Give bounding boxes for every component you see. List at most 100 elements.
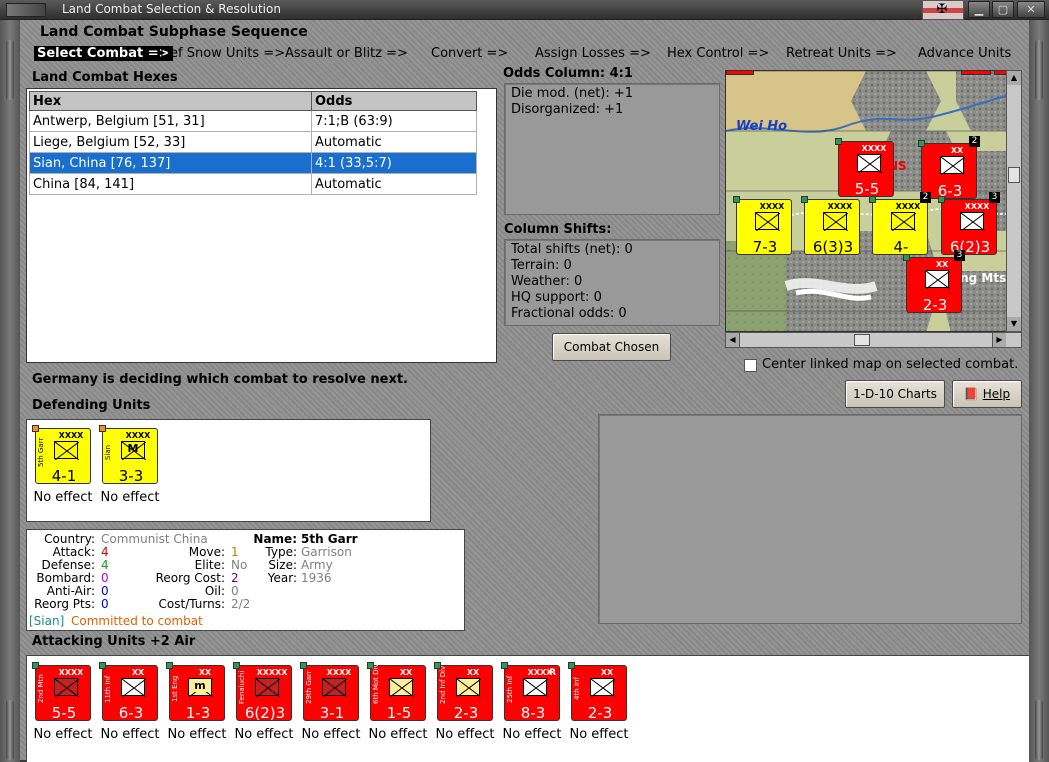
shift-line: Fractional odds: 0 [511, 306, 627, 321]
bombard-label: Bombard: [36, 571, 95, 585]
charts-button[interactable]: 1-D-10 Charts [845, 380, 945, 408]
close-button[interactable]: ✕ [1017, 1, 1045, 18]
subphase-sequence: Select Combat => Def Snow Units => Assau… [30, 46, 1020, 64]
unit-counter[interactable]: XXXX 7-3 [733, 196, 792, 256]
location-value: [Sian] [29, 614, 65, 628]
map-counter-partial[interactable] [961, 71, 991, 75]
map-view[interactable]: Wei Ho ing Mts NS XXXX 5-5 XX 6-3 2 XXXX 7-3 XX… [725, 70, 1022, 332]
unit-status-dot [938, 196, 945, 203]
unit-detail-panel: Country: Communist China Attack: 4 Defen… [26, 529, 465, 631]
unit-size: XXXX [58, 668, 84, 677]
hex-list-panel: Hex Odds Antwerp, Belgium [51, 31] 7:1;B… [26, 88, 497, 363]
reorg-cost-label: Reorg Cost: [155, 571, 225, 585]
unit-strength: 4- [893, 238, 909, 256]
unit-counter[interactable]: XXXX 29th Garr 3-1 [300, 662, 359, 722]
maximize-button[interactable]: ▢ [992, 1, 1014, 18]
map-horizontal-scrollbar[interactable]: ◀ ▶ [725, 332, 1022, 348]
unit-result: No effect [502, 727, 562, 742]
unit-type-icon [523, 678, 549, 698]
unit-name [923, 152, 935, 182]
unit-status-dot [918, 140, 925, 147]
type-label: Type: [265, 545, 297, 559]
scroll-up-icon[interactable]: ▲ [1007, 71, 1021, 85]
unit-counter[interactable]: XX 2nd Inf Div 2-3 [434, 662, 493, 722]
unit-counter[interactable]: XXXX 6(2)3 3 [938, 192, 1000, 256]
left-frame-bar [0, 20, 20, 762]
unit-strength: 6(3)3 [812, 238, 854, 256]
odds-line: Die mod. (net): +1 [511, 86, 634, 101]
unit-name: 4th Inf [573, 677, 581, 701]
shift-line: Total shifts (net): 0 [511, 242, 633, 257]
map-vertical-scrollbar[interactable]: ▲ ▼ [1006, 70, 1022, 332]
odds-cell: 7:1;B (63:9) [311, 110, 477, 132]
attacking-units-panel: XXXX 2nd Mtn 5-5 No effect XX 11th Inf 6-3 No e… [26, 655, 1029, 762]
unit-strength: 4-1 [51, 467, 77, 485]
help-button[interactable]: 📕 Help [952, 380, 1022, 408]
center-linked-checkbox[interactable] [744, 359, 757, 372]
country-label: Country: [44, 532, 95, 546]
unit-type-icon [925, 270, 951, 290]
column-header-odds[interactable]: Odds [311, 91, 477, 111]
unit-counter[interactable]: XXXXX Fenaiuchi 6(2)3 [233, 662, 292, 722]
unit-counter[interactable]: XX 1st Eng m 1-3 [166, 662, 225, 722]
scroll-left-icon[interactable]: ◀ [726, 333, 740, 347]
unit-name: Fenaiuchi [238, 670, 246, 704]
scroll-right-icon[interactable]: ▶ [992, 333, 1006, 347]
unit-counter[interactable]: XXXX 4- 2 [869, 192, 931, 256]
unit-size: XX [466, 668, 480, 677]
unit-counter[interactable]: XX 6th Mot Div 1-5 [367, 662, 426, 722]
column-header-hex[interactable]: Hex [29, 91, 312, 111]
table-row[interactable]: Antwerp, Belgium [51, 31] 7:1;B (63:9) [29, 110, 477, 132]
step-assault-or-blitz: Assault or Blitz => [285, 46, 408, 61]
unit-counter[interactable]: XXXX 5th Garr 4-1 [32, 425, 91, 485]
unit-name: 6th Mot Div [372, 663, 380, 704]
unit-strength: 3-3 [118, 467, 144, 485]
unit-status-dot [233, 662, 240, 669]
minimize-button[interactable]: ▁ [968, 1, 990, 18]
map-counter-partial[interactable] [726, 71, 754, 75]
elite-value: No [231, 558, 248, 572]
table-row-selected[interactable]: Sian, China [76, 137] 4:1 (33,5:7) [29, 152, 477, 174]
unit-status-dot [501, 662, 508, 669]
table-row[interactable]: Liege, Belgium [52, 33] Automatic [29, 131, 477, 153]
unit-counter[interactable]: XX 11th Inf 6-3 [99, 662, 158, 722]
unit-counter[interactable]: XX 6-3 2 [918, 136, 980, 200]
window-ornament-icon [6, 3, 46, 17]
unit-name [840, 150, 852, 180]
center-linked-label: Center linked map on selected combat. [762, 357, 1019, 372]
unit-status-dot [32, 662, 39, 669]
unit-counter[interactable]: XXXX 2nd Mtn 5-5 [32, 662, 91, 722]
unit-strength: 3-1 [319, 704, 345, 722]
unit-result: No effect [33, 727, 93, 742]
attack-label: Attack: [52, 545, 95, 559]
scroll-down-icon[interactable]: ▼ [1007, 317, 1021, 331]
unit-type-icon [857, 154, 883, 174]
hexes-label: Land Combat Hexes [32, 70, 178, 85]
unit-name [806, 208, 818, 238]
unit-name [874, 208, 886, 238]
unit-type-icon [389, 678, 415, 698]
unit-strength: 6(2)3 [244, 704, 286, 722]
stack-count-badge: 2 [969, 136, 980, 147]
unit-counter[interactable]: XXXX 6(3)3 [801, 196, 860, 256]
unit-name: 2nd Mtn [37, 674, 45, 704]
hex-cell: Liege, Belgium [52, 33] [29, 131, 312, 153]
unit-size: XXXX [861, 144, 887, 153]
scrollbar-thumb[interactable] [1008, 167, 1020, 183]
unit-name: 2nd Inf Div [439, 665, 447, 704]
unit-counter[interactable]: XX 2-3 3 [903, 250, 965, 314]
scrollbar-thumb[interactable] [854, 334, 870, 346]
unit-counter[interactable]: XXXX 5-5 [835, 138, 894, 198]
unit-size: XXXX [827, 202, 853, 211]
map-river-label: Wei Ho [736, 119, 788, 134]
combat-chosen-button[interactable]: Combat Chosen [552, 333, 671, 361]
unit-counter[interactable]: XX 4th Inf 2-3 [568, 662, 627, 722]
unit-counter[interactable]: XXXX 25th Inf R 8-3 [501, 662, 560, 722]
elite-label: Elite: [194, 558, 225, 572]
unit-counter[interactable]: XXXX Sian M 3-3 [99, 425, 158, 485]
shift-line: Weather: 0 [511, 274, 583, 289]
table-row[interactable]: China [84, 141] Automatic [29, 173, 477, 195]
hex-table: Hex Odds Antwerp, Belgium [51, 31] 7:1;B… [29, 91, 477, 195]
shift-line: HQ support: 0 [511, 290, 602, 305]
unit-type-icon [456, 678, 482, 698]
